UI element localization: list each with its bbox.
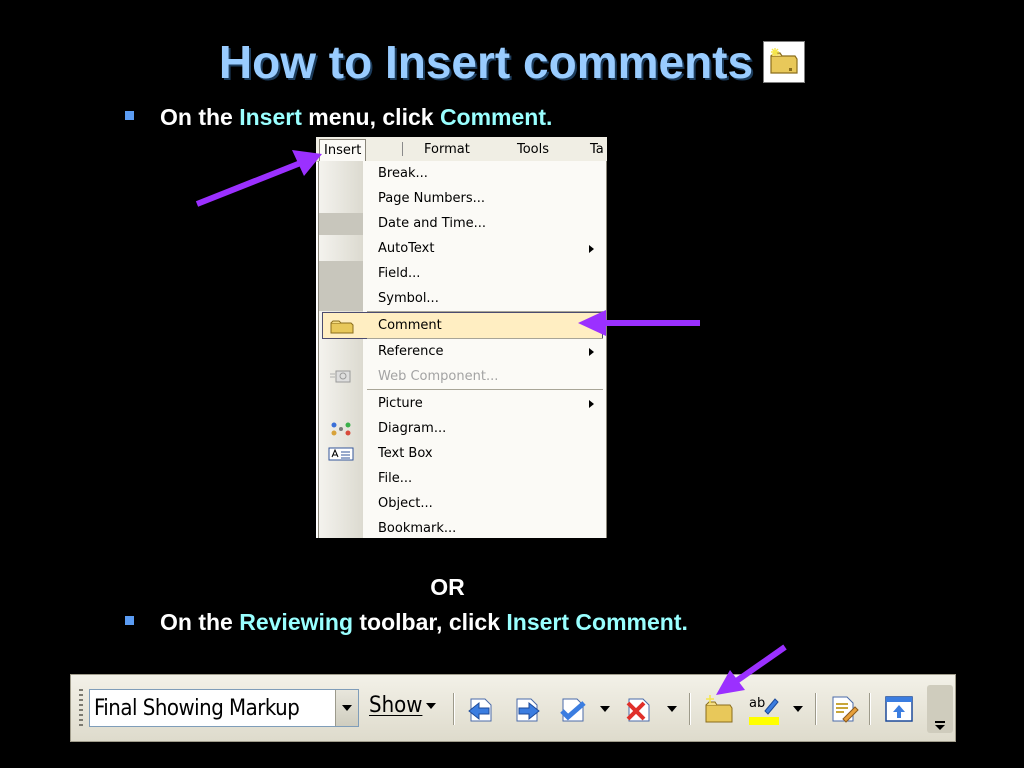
chevron-down-icon [426, 703, 437, 709]
track-changes-icon [832, 696, 859, 723]
bullet2-toolbar: Reviewing [239, 609, 353, 635]
highlight-icon: ab [749, 696, 779, 725]
show-button[interactable]: Show [369, 693, 437, 718]
menu-item-diagram[interactable]: Diagram... [319, 416, 606, 441]
menu-item-object[interactable]: Object... [319, 491, 606, 516]
comment-icon [328, 318, 354, 334]
insert-comment-icon [705, 695, 733, 723]
insert-menu-screenshot: Insert Format Tools Ta Break... Page Num… [316, 137, 607, 538]
bullet1-item: Comment. [439, 104, 553, 130]
menu-separator [367, 311, 603, 312]
accept-change-button[interactable] [557, 693, 589, 725]
menu-item-page-numbers[interactable]: Page Numbers... [319, 186, 606, 211]
menu-format[interactable]: Format [420, 141, 474, 159]
bullet2-item: Insert Comment. [506, 609, 688, 635]
toolbar-separator [815, 693, 816, 725]
menu-separator [367, 389, 603, 390]
menu-item-comment[interactable]: Comment [322, 312, 603, 339]
reject-change-icon [626, 698, 650, 722]
web-component-icon [328, 369, 354, 385]
menu-item-break[interactable]: Break... [319, 161, 606, 186]
toolbar-separator [689, 693, 690, 725]
display-for-review-select[interactable]: Final Showing Markup [89, 689, 359, 727]
submenu-arrow-icon [589, 400, 594, 408]
reviewing-toolbar: Final Showing Markup Show ab [70, 674, 956, 742]
toolbar-grip-handle[interactable] [79, 689, 83, 729]
highlight-button[interactable]: ab [747, 693, 779, 725]
previous-icon [468, 698, 492, 722]
chevron-down-icon[interactable] [793, 706, 803, 712]
next-icon [516, 698, 540, 722]
chevron-down-icon [935, 721, 945, 730]
menu-item-reference[interactable]: Reference [319, 339, 606, 364]
bullet-marker [125, 616, 134, 625]
bullet1-menu: Insert [239, 104, 302, 130]
bullet1-prefix: On the [160, 104, 240, 130]
menu-table[interactable]: Ta [586, 141, 607, 159]
track-changes-button[interactable] [827, 693, 859, 725]
toolbar-options-button[interactable] [927, 685, 953, 733]
or-separator: OR [430, 574, 465, 600]
arrow-to-insert-menu-icon [195, 150, 322, 207]
bullet1-middle: menu, click [301, 104, 440, 130]
reviewing-pane-icon [885, 696, 913, 722]
bullet-marker [125, 111, 134, 120]
bullet-reviewing-toolbar: On the Reviewing toolbar, click Insert C… [125, 609, 688, 636]
menu-item-text-box[interactable]: Text Box [319, 441, 606, 466]
display-mode-value: Final Showing Markup [94, 696, 300, 721]
bullet2-prefix: On the [160, 609, 240, 635]
menu-item-picture[interactable]: Picture [319, 391, 606, 416]
menu-item-bookmark[interactable]: Bookmark... [319, 516, 606, 538]
comment-icon [763, 41, 806, 83]
toolbar-separator [869, 693, 870, 725]
svg-text:ab: ab [749, 696, 765, 711]
menu-separator [402, 142, 403, 156]
show-label: Show [369, 693, 423, 718]
previous-change-button[interactable] [465, 693, 497, 725]
toolbar-separator [453, 693, 454, 725]
bullet-insert-menu: On the Insert menu, click Comment. [125, 104, 552, 131]
next-change-button[interactable] [511, 693, 543, 725]
insert-dropdown: Break... Page Numbers... Date and Time..… [318, 161, 607, 538]
menu-item-file[interactable]: File... [319, 466, 606, 491]
menu-tools[interactable]: Tools [513, 141, 553, 159]
menu-item-symbol[interactable]: Symbol... [319, 286, 606, 311]
menu-item-date-time[interactable]: Date and Time... [319, 211, 606, 236]
reject-change-button[interactable] [623, 693, 655, 725]
slide-title: How to Insert comments [0, 32, 1024, 92]
accept-change-icon [560, 698, 586, 722]
menu-bar: Insert Format Tools Ta [316, 137, 607, 162]
reviewing-pane-button[interactable] [883, 693, 915, 725]
bullet2-middle: toolbar, click [353, 609, 507, 635]
chevron-down-icon[interactable] [600, 706, 610, 712]
menu-item-autotext[interactable]: AutoText [319, 236, 606, 261]
chevron-down-icon[interactable] [667, 706, 677, 712]
chevron-down-icon[interactable] [335, 690, 358, 726]
menu-item-field[interactable]: Field... [319, 261, 606, 286]
submenu-arrow-icon [589, 348, 594, 356]
title-text: How to Insert comments [218, 36, 754, 88]
menu-item-web-component: Web Component... [319, 364, 606, 389]
submenu-arrow-icon [589, 245, 594, 253]
diagram-icon [328, 421, 354, 437]
text-box-icon [328, 446, 354, 462]
insert-comment-button[interactable] [703, 693, 735, 725]
menu-insert[interactable]: Insert [319, 139, 367, 162]
